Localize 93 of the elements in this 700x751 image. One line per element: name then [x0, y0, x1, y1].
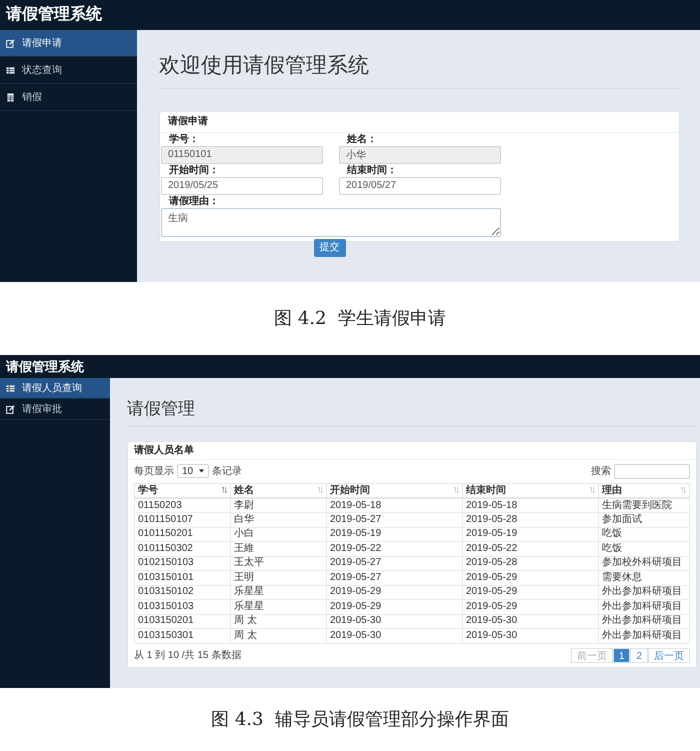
table-cell: 2019-05-29 [462, 600, 598, 614]
field-label: 姓名： [346, 132, 378, 146]
table-cell: 0103150301 [134, 628, 230, 643]
table-cell: 0101150302 [134, 542, 230, 556]
caret-icon [199, 469, 204, 473]
table-cell: 外出参加科研项目 [598, 614, 690, 628]
search-field[interactable] [614, 464, 690, 478]
column-header[interactable]: 结束时间 [462, 483, 598, 498]
input-field[interactable]: 2019/05/27 [339, 176, 501, 194]
table-cell: 2019-05-29 [462, 585, 598, 600]
table-cell: 参加面试 [598, 512, 690, 527]
field-label: 学号： [168, 132, 200, 146]
table-cell: 0101150107 [134, 512, 230, 527]
panel-title: 请假人员名单 [128, 442, 696, 460]
column-header[interactable]: 开始时间 [326, 483, 462, 498]
sort-icon [222, 487, 227, 494]
table-cell: 吃饭 [598, 542, 690, 556]
table-cell: 0101150201 [134, 527, 230, 542]
page-size-select[interactable]: 10 [177, 464, 209, 478]
table-cell: 参加校外科研项目 [598, 556, 690, 570]
sort-icon [454, 487, 459, 494]
length-label: 条记录 [212, 464, 242, 478]
table-cell: 外出参加科研项目 [598, 628, 690, 643]
table-cell: 2019-05-19 [326, 527, 462, 542]
page-button[interactable]: 后一页 [648, 648, 690, 663]
panel-title: 请假申请 [160, 112, 679, 132]
table-cell: 周 太 [230, 614, 326, 628]
page-button[interactable]: 2 [630, 648, 648, 663]
table-cell: 2019-05-18 [326, 498, 462, 512]
table-cell: 王太平 [230, 556, 326, 570]
table-icon [6, 66, 15, 74]
table-cell: 2019-05-30 [462, 628, 598, 643]
column-header[interactable]: 姓名 [230, 483, 326, 498]
field-label: 开始时间： [168, 164, 220, 176]
sort-icon [590, 487, 595, 494]
table-cell: 王明 [230, 570, 326, 585]
table-cell: 2019-05-30 [326, 628, 462, 643]
table-cell: 2019-05-22 [462, 542, 598, 556]
edit-icon [6, 404, 15, 414]
input-field[interactable]: 2019/05/25 [161, 176, 323, 194]
table-cell: 2019-05-28 [462, 512, 598, 527]
table-icon [6, 384, 15, 392]
column-header[interactable]: 学号 [134, 483, 230, 498]
sidebar-item[interactable]: 请假申请 [0, 30, 137, 57]
table-cell: 0103150201 [134, 614, 230, 628]
table-cell: 01150203 [134, 498, 230, 512]
table-cell: 吃饭 [598, 527, 690, 542]
table-cell: 2019-05-30 [326, 614, 462, 628]
page-title: 欢迎使用请假管理系统 [159, 50, 680, 88]
reason-field[interactable]: 生病 [161, 208, 501, 236]
table-cell: 0103150101 [134, 570, 230, 585]
table-cell: 李尉 [230, 498, 326, 512]
table-cell: 2019-05-27 [326, 570, 462, 585]
figure-caption: 图 4.3 辅导员请假管理部分操作界面 [211, 708, 509, 732]
table-cell: 乐星星 [230, 585, 326, 600]
table-cell: 需要休息 [598, 570, 690, 585]
field-label: 结束时间： [346, 164, 398, 176]
sort-icon [681, 487, 686, 494]
search-label: 搜索 [591, 464, 611, 478]
table-cell: 王維 [230, 542, 326, 556]
table-cell: 0102150103 [134, 556, 230, 570]
column-header[interactable]: 理由 [598, 483, 690, 498]
table-cell: 外出参加科研项目 [598, 600, 690, 614]
sort-icon [318, 487, 323, 494]
table-cell: 0103150102 [134, 585, 230, 600]
table-cell: 2019-05-30 [462, 614, 598, 628]
page-title: 请假管理 [127, 396, 697, 426]
edit-icon [6, 38, 15, 48]
table-cell: 2019-05-22 [326, 542, 462, 556]
field-label: 请假理由： [168, 194, 220, 208]
table-cell: 周 太 [230, 628, 326, 643]
table-cell: 2019-05-27 [326, 556, 462, 570]
table-cell: 0103150103 [134, 600, 230, 614]
table-cell: 2019-05-18 [462, 498, 598, 512]
table-cell: 2019-05-29 [462, 570, 598, 585]
table-cell: 2019-05-29 [326, 585, 462, 600]
figure-caption: 图 4.2 学生请假申请 [274, 307, 446, 331]
submit-button[interactable]: 提交 [314, 238, 346, 256]
table-cell: 外出参加科研项目 [598, 585, 690, 600]
table-cell: 小白 [230, 527, 326, 542]
table-cell: 2019-05-29 [326, 600, 462, 614]
table-cell: 生病需要到医院 [598, 498, 690, 512]
table-cell: 2019-05-28 [462, 556, 598, 570]
length-label: 每页显示 [134, 464, 174, 478]
app-title: 请假管理系统 [6, 358, 84, 376]
table-cell: 白华 [230, 512, 326, 527]
sidebar-item[interactable]: 请假人员查询 [0, 378, 110, 399]
table-cell: 2019-05-27 [326, 512, 462, 527]
app-title: 请假管理系统 [6, 4, 102, 25]
table-info: 从 1 到 10 /共 15 条数据 [134, 648, 242, 663]
table-cell: 2019-05-19 [462, 527, 598, 542]
page-button[interactable]: 1 [612, 648, 630, 663]
table-cell: 乐星星 [230, 600, 326, 614]
